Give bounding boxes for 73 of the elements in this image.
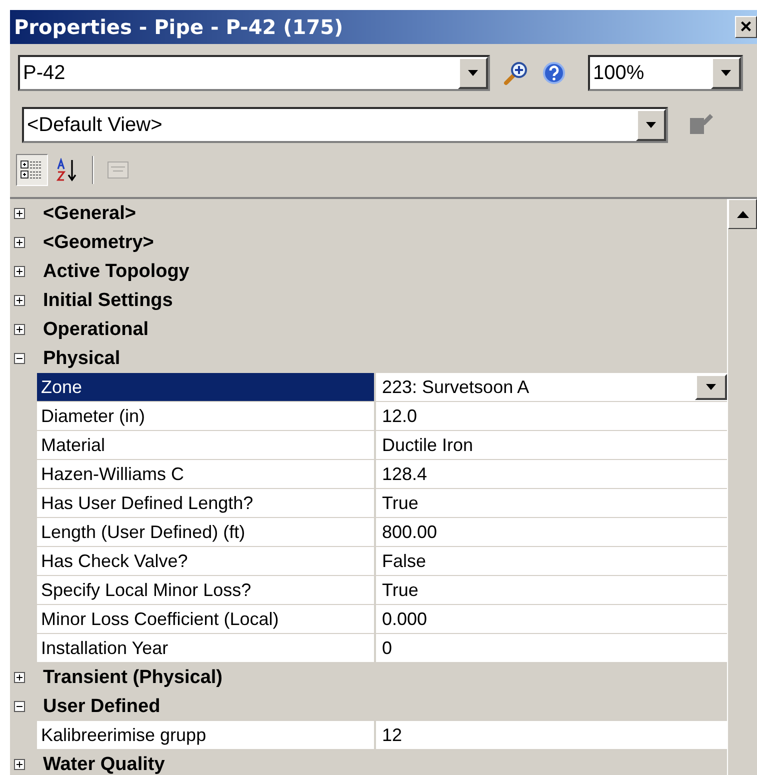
property-name[interactable]: Has Check Valve? [37,547,376,575]
category-label[interactable]: User Defined [43,696,160,718]
category-label[interactable]: Water Quality [43,754,165,775]
property-value-cell[interactable]: 0 [376,634,727,662]
dropdown-arrow-icon [646,122,656,128]
property-value-cell[interactable]: 12.0 [376,402,727,430]
up-arrow-icon [736,210,748,218]
property-value-cell[interactable]: 800.00 [376,518,727,546]
expand-icon[interactable] [14,295,25,306]
vertical-scrollbar[interactable] [727,199,757,775]
property-value-cell[interactable]: 12 [376,721,727,749]
property-value-cell[interactable]: True [376,576,727,604]
element-combo[interactable]: P-42 [18,55,490,91]
property-value: 223: Survetsoon A [382,376,530,398]
property-value-cell[interactable]: Ductile Iron [376,431,727,459]
expand-icon[interactable] [14,266,25,277]
property-value-cell[interactable]: False [376,547,727,575]
property-name[interactable]: Specify Local Minor Loss? [37,576,376,604]
property-name[interactable]: Minor Loss Coefficient (Local) [37,605,376,633]
dropdown-button[interactable] [458,57,488,89]
scroll-up-button[interactable] [728,199,757,229]
dropdown-button[interactable] [695,374,727,400]
property-value: 128.4 [382,464,428,484]
category-label[interactable]: Initial Settings [43,290,173,312]
combo-value: 100% [592,60,646,86]
toolbar-button[interactable] [16,154,48,186]
zoom-combo[interactable]: 100% [588,55,743,91]
property-value: 12.0 [382,406,418,426]
category-label[interactable]: Active Topology [43,260,190,282]
collapse-icon[interactable] [14,353,25,364]
property-name[interactable]: Diameter (in) [37,402,376,430]
property-name[interactable]: Installation Year [37,634,376,662]
property-value: 800.00 [382,522,438,542]
combo-value: <Default View> [26,112,164,138]
category-label[interactable]: <Geometry> [43,232,154,254]
combo-value: P-42 [22,60,66,86]
expand-icon[interactable] [14,759,25,770]
property-name[interactable]: Zone [37,373,376,401]
property-name[interactable]: Has User Defined Length? [37,489,376,517]
category-label[interactable]: Operational [43,318,149,340]
expand-icon[interactable] [14,324,25,335]
expand-icon[interactable] [14,208,25,219]
property-value: False [382,550,426,572]
view-combo[interactable]: <Default View> [22,107,668,143]
property-value: 0 [382,638,392,658]
property-value: True [382,492,418,514]
property-value-cell[interactable]: 0.000 [376,605,727,633]
property-value: True [382,580,418,600]
property-name[interactable]: Kalibreerimise grupp [37,721,376,749]
property-name[interactable]: Material [37,431,376,459]
property-name[interactable]: Hazen-Williams C [37,460,376,488]
property-value-cell[interactable]: True [376,489,727,517]
dropdown-arrow-icon [706,384,716,390]
property-value: 0.000 [382,608,428,630]
expand-icon[interactable] [14,237,25,248]
property-value-cell[interactable]: 223: Survetsoon A [376,373,727,401]
property-value-cell[interactable]: 128.4 [376,460,727,488]
dropdown-arrow-icon [468,70,478,76]
expand-icon[interactable] [14,672,25,683]
close-button[interactable]: × [735,16,757,38]
property-value: Ductile Iron [382,434,474,456]
collapse-icon[interactable] [14,701,25,712]
zoom-in-icon[interactable] [502,59,530,87]
help-icon[interactable] [542,61,566,85]
dropdown-button[interactable] [711,57,741,89]
property-name[interactable]: Length (User Defined) (ft) [37,518,376,546]
category-label[interactable]: <General> [43,202,136,224]
property-value: 12 [382,724,402,746]
category-label[interactable]: Transient (Physical) [43,666,223,688]
dropdown-button[interactable] [636,109,666,141]
dropdown-arrow-icon [721,70,731,76]
window-title: Properties - Pipe - P-42 (175) [14,15,344,39]
category-label[interactable]: Physical [43,348,120,370]
